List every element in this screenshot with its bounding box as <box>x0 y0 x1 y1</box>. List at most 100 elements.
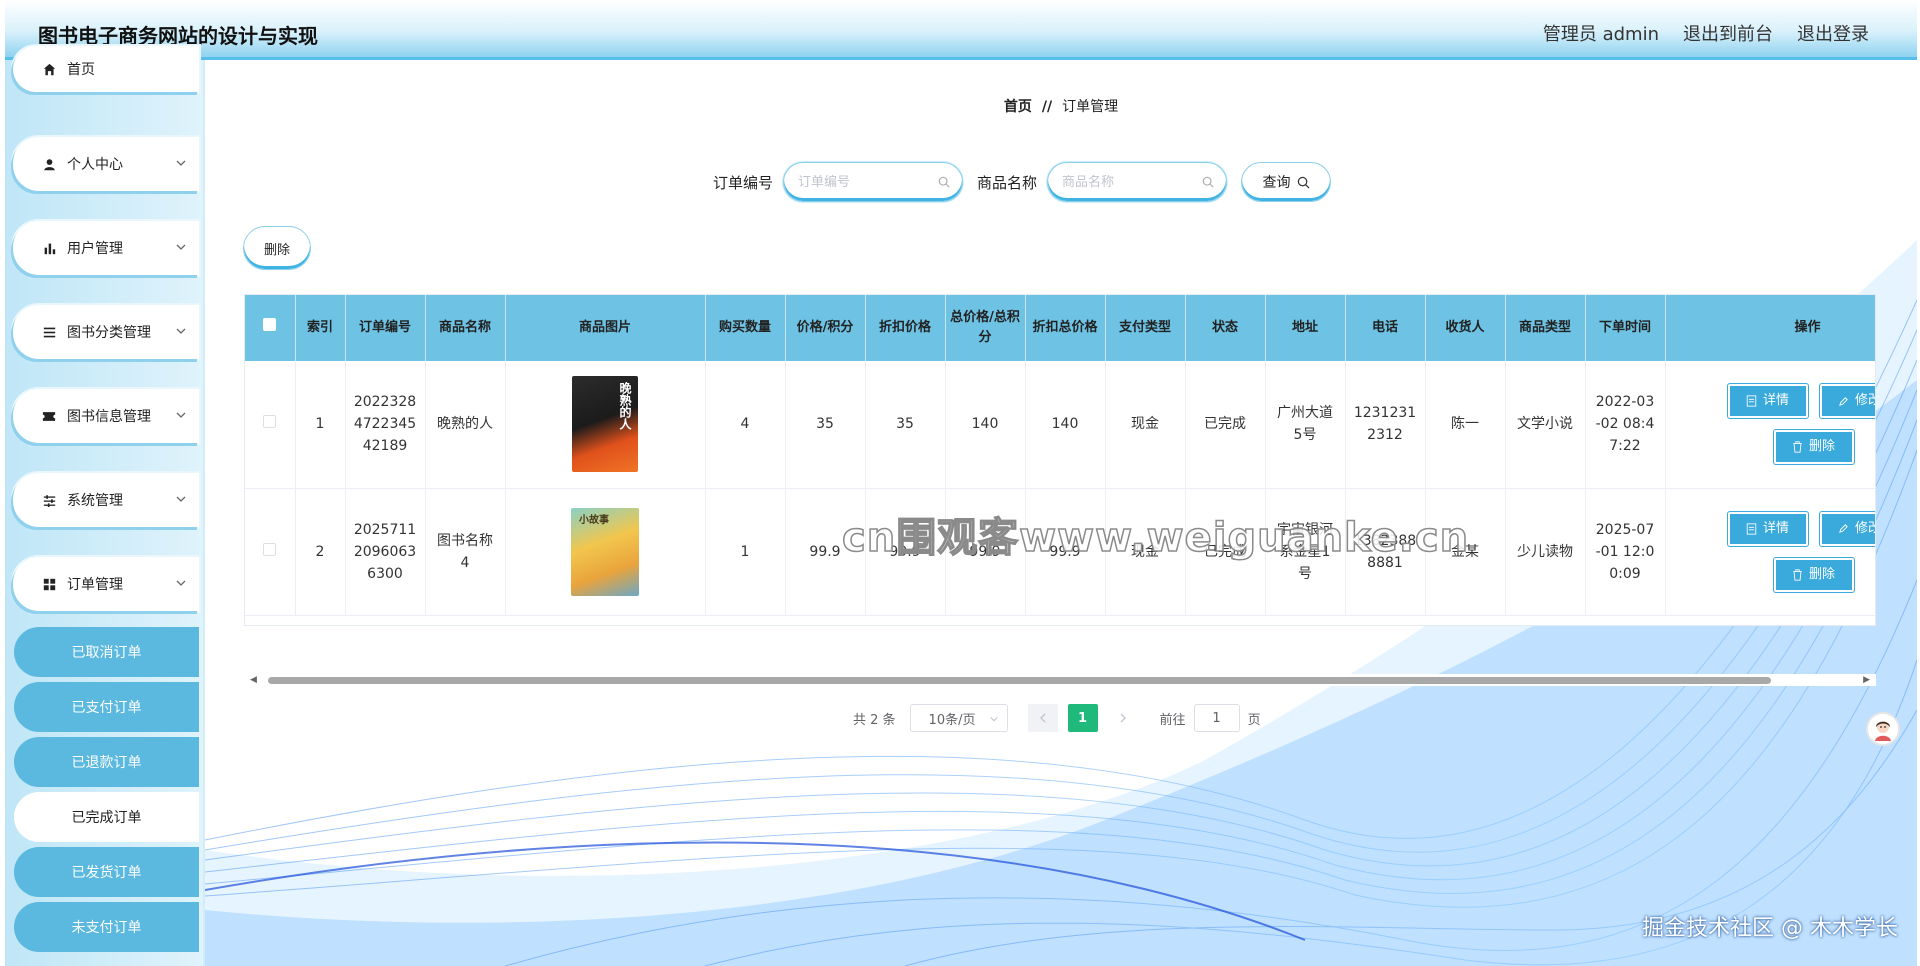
sidebar-item-users[interactable]: 用户管理 <box>13 221 199 275</box>
goods-name-field <box>1047 162 1228 202</box>
sidebar-item-book-info[interactable]: 图书信息管理 <box>13 389 199 443</box>
goto-label: 前往 <box>1159 712 1186 728</box>
total-count: 共 2 条 <box>853 712 896 728</box>
edit-icon <box>1839 524 1848 533</box>
row-checkbox[interactable] <box>263 415 277 429</box>
detail-button[interactable]: 详情 <box>1727 384 1808 419</box>
column-header: 索引 <box>295 295 346 361</box>
to-front-link[interactable]: 退出到前台 <box>1683 20 1773 46</box>
page-size-value: 10条/页 <box>928 712 976 728</box>
pagination: 共 2 条 10条/页 1 前往 1 页 <box>853 704 1261 732</box>
cell-qty: 1 <box>705 488 786 616</box>
assistant-avatar-icon[interactable] <box>1866 712 1900 746</box>
bar-chart-icon <box>41 240 57 256</box>
logout-link[interactable]: 退出登录 <box>1797 20 1869 46</box>
scrollbar-thumb[interactable] <box>268 677 1771 684</box>
query-label: 查询 <box>1262 175 1291 191</box>
goods-name-input[interactable] <box>1062 174 1203 190</box>
select-all-checkbox[interactable] <box>263 318 277 331</box>
column-header: 价格/积分 <box>785 295 866 361</box>
column-header: 折扣价格 <box>865 295 946 361</box>
site-title: 图书电子商务网站的设计与实现 <box>38 24 318 48</box>
edit-label: 修改 <box>1854 520 1875 536</box>
column-header: 状态 <box>1185 295 1266 361</box>
submenu-unpaid-orders[interactable]: 未支付订单 <box>14 902 199 952</box>
book-cover-title: 小故事 <box>579 514 609 526</box>
cell-order-no: 2022328472234542189 <box>345 361 426 489</box>
header-actions: 管理员 admin 退出到前台 退出登录 <box>1543 20 1869 46</box>
sidebar-item-label: 系统管理 <box>67 493 123 509</box>
book-cover-image[interactable]: 小故事 <box>571 507 639 596</box>
column-header: 电话 <box>1345 295 1426 361</box>
sidebar-item-label: 订单管理 <box>67 577 123 593</box>
cell-price: 35 <box>785 361 866 489</box>
detail-button[interactable]: 详情 <box>1727 511 1808 546</box>
sidebar-item-personal[interactable]: 个人中心 <box>13 137 199 191</box>
horizontal-scrollbar[interactable]: ◀ ▶ <box>244 674 1876 686</box>
order-no-input[interactable] <box>798 174 939 190</box>
prev-page-button[interactable] <box>1027 704 1058 732</box>
column-header: 购买数量 <box>705 295 786 361</box>
cell-total: 140 <box>945 361 1026 489</box>
next-page-button[interactable] <box>1108 704 1138 732</box>
cell-time: 2022-03-02 08:47:22 <box>1585 361 1666 489</box>
book-cover-image[interactable]: 晚熟的人 <box>572 376 638 473</box>
scroll-right-icon[interactable]: ▶ <box>1863 675 1870 685</box>
submenu-completed-orders[interactable]: 已完成订单 <box>14 792 199 842</box>
watermark-text: cn围观客www.weiguanke.cn <box>841 514 1470 562</box>
sidebar-item-home[interactable]: 首页 <box>13 46 199 92</box>
ticket-icon <box>41 408 57 424</box>
delete-label: 删除 <box>1808 439 1835 455</box>
cell-name: 晚熟的人 <box>425 361 506 489</box>
edit-button[interactable]: 修改 <box>1819 384 1875 419</box>
cell-actions: 详情 修改 删除 <box>1665 488 1875 616</box>
search-icon <box>1202 176 1214 188</box>
goods-name-label: 商品名称 <box>977 173 1038 192</box>
breadcrumb-home[interactable]: 首页 <box>1004 99 1032 115</box>
sidebar-item-label: 个人中心 <box>67 157 123 173</box>
goto-page-input[interactable]: 1 <box>1193 704 1240 732</box>
trash-icon <box>1793 568 1802 581</box>
sidebar-item-orders[interactable]: 订单管理 <box>13 557 199 611</box>
delete-button[interactable]: 删除 <box>1773 430 1854 465</box>
chevron-down-icon <box>176 328 186 334</box>
column-header: 商品名称 <box>425 295 506 361</box>
table-row: 1 2022328472234542189 晚熟的人 晚熟的人 4 35 35 … <box>245 361 1875 489</box>
cell-discount-total: 140 <box>1025 361 1106 489</box>
sidebar: 首页 个人中心 用户管理 图书分类管理 图书信息管理 系统管理 订单管理 已取消… <box>5 46 205 966</box>
query-button[interactable]: 查询 <box>1241 162 1332 202</box>
chevron-down-icon <box>989 716 998 722</box>
credit-text: 掘金技术社区 @ 木木学长 <box>1642 916 1898 941</box>
cell-index: 1 <box>295 361 346 489</box>
chevron-right-icon <box>1120 713 1126 723</box>
page-number-button[interactable]: 1 <box>1067 704 1098 732</box>
sidebar-item-system[interactable]: 系统管理 <box>13 473 199 527</box>
top-header: 图书电子商务网站的设计与实现 管理员 admin 退出到前台 退出登录 <box>5 0 1917 60</box>
delete-label: 删除 <box>1808 566 1835 582</box>
batch-delete-button[interactable]: 删除 <box>243 226 311 270</box>
edit-button[interactable]: 修改 <box>1819 511 1875 546</box>
page-size-select[interactable]: 10条/页 <box>909 704 1008 732</box>
chevron-down-icon <box>176 496 186 502</box>
sidebar-item-book-category[interactable]: 图书分类管理 <box>13 305 199 359</box>
submenu-paid-orders[interactable]: 已支付订单 <box>14 682 199 732</box>
cell-image: 小故事 <box>505 488 706 616</box>
cell-actions: 详情 修改 删除 <box>1665 361 1875 489</box>
trash-icon <box>1793 441 1802 453</box>
delete-button[interactable]: 删除 <box>1773 557 1854 592</box>
row-checkbox[interactable] <box>263 542 277 556</box>
scroll-left-icon[interactable]: ◀ <box>250 675 257 685</box>
submenu-shipped-orders[interactable]: 已发货订单 <box>14 847 199 897</box>
column-header: 商品图片 <box>505 295 706 361</box>
sliders-icon <box>41 492 57 508</box>
submenu-refunded-orders[interactable]: 已退款订单 <box>14 737 199 787</box>
cell-image: 晚熟的人 <box>505 361 706 489</box>
cell-receiver: 陈一 <box>1425 361 1506 489</box>
submenu-cancelled-orders[interactable]: 已取消订单 <box>14 627 199 677</box>
document-icon <box>1746 395 1757 407</box>
cell-pay-type: 现金 <box>1105 361 1186 489</box>
cell-type: 文学小说 <box>1505 361 1586 489</box>
search-icon <box>938 176 950 188</box>
cell-discount: 35 <box>865 361 946 489</box>
sidebar-item-label: 图书信息管理 <box>67 409 151 425</box>
